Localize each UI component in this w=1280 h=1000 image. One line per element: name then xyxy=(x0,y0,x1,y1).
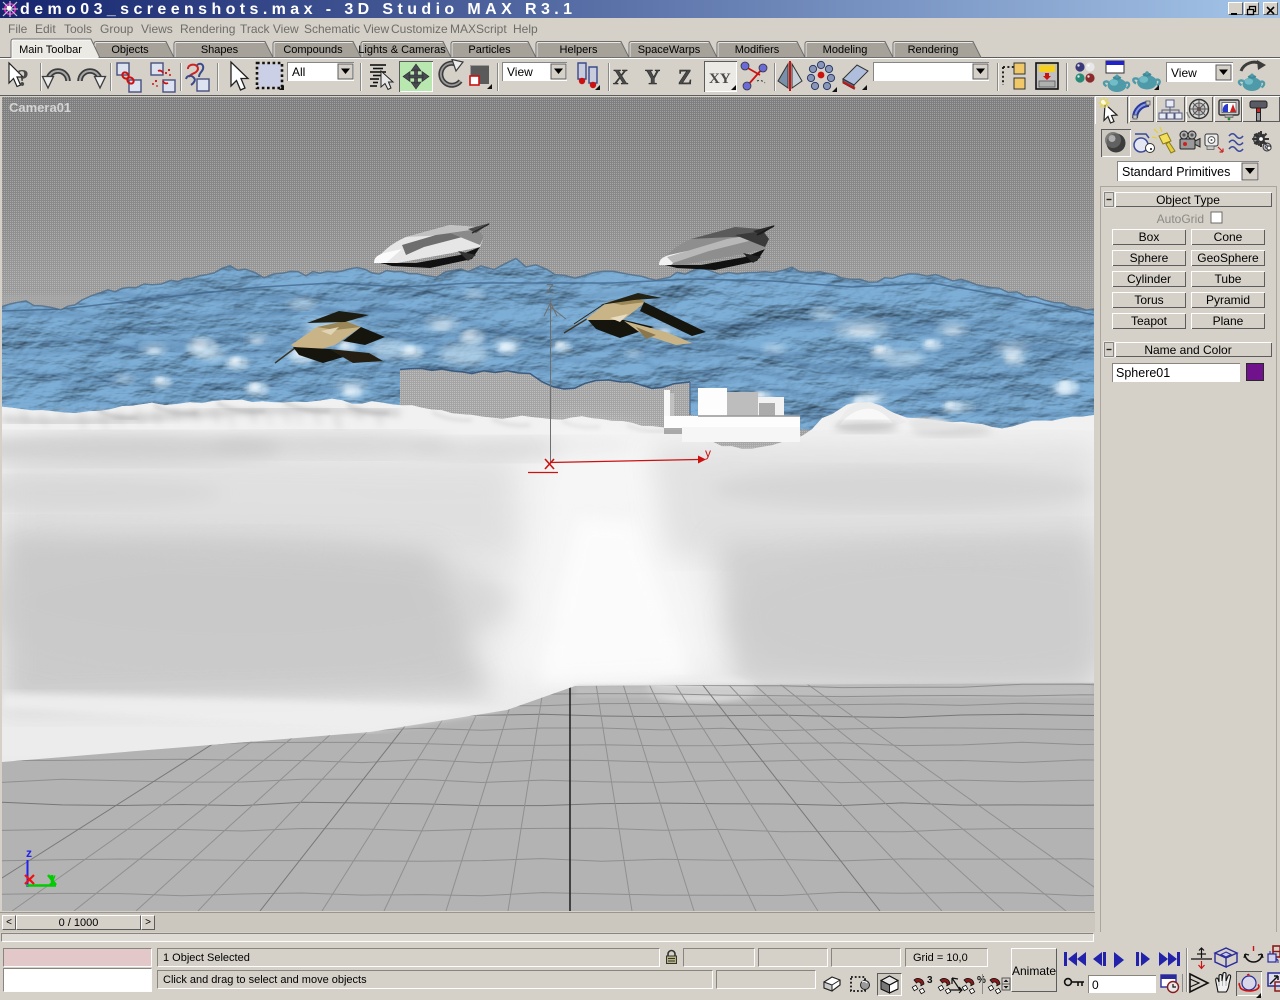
svg-text:Lights & Cameras: Lights & Cameras xyxy=(358,44,446,56)
svg-text:Object Type: Object Type xyxy=(1156,193,1220,207)
svg-text:Modifiers: Modifiers xyxy=(735,44,780,56)
svg-text:Camera01: Camera01 xyxy=(9,100,71,115)
svg-text:Rendering: Rendering xyxy=(908,44,959,56)
svg-text:Shapes: Shapes xyxy=(201,44,239,56)
svg-text:3: 3 xyxy=(927,975,933,986)
svg-text:Z: Z xyxy=(546,281,554,296)
svg-text:Name and Color: Name and Color xyxy=(1144,343,1231,357)
svg-text:Cone: Cone xyxy=(1214,230,1243,244)
svg-text:Sphere: Sphere xyxy=(1130,251,1169,265)
svg-text:AutoGrid: AutoGrid xyxy=(1157,212,1204,226)
svg-text:Standard Primitives: Standard Primitives xyxy=(1122,165,1230,179)
svg-text:Tube: Tube xyxy=(1215,272,1242,286)
svg-text:Z: Z xyxy=(678,65,692,89)
svg-text:Torus: Torus xyxy=(1134,293,1163,307)
svg-text:GeoSphere: GeoSphere xyxy=(1197,251,1259,265)
svg-text:View: View xyxy=(1171,66,1197,80)
svg-text:All: All xyxy=(292,65,305,79)
svg-text:XY: XY xyxy=(709,71,731,87)
svg-text:0: 0 xyxy=(1092,978,1099,992)
svg-text:Plane: Plane xyxy=(1213,314,1244,328)
svg-text:View: View xyxy=(507,65,533,79)
svg-text:Pyramid: Pyramid xyxy=(1206,293,1250,307)
svg-text:Box: Box xyxy=(1139,230,1160,244)
svg-text:Main Toolbar: Main Toolbar xyxy=(19,44,82,56)
svg-text:X: X xyxy=(613,65,628,89)
svg-text:Cylinder: Cylinder xyxy=(1127,272,1171,286)
svg-text:Objects: Objects xyxy=(111,44,149,56)
svg-text:z: z xyxy=(26,846,32,860)
svg-text:Particles: Particles xyxy=(468,44,511,56)
svg-text:Modeling: Modeling xyxy=(823,44,868,56)
svg-text:y: y xyxy=(705,446,711,460)
svg-text:?: ? xyxy=(17,66,29,92)
svg-text:Teapot: Teapot xyxy=(1131,314,1168,328)
svg-text:Helpers: Helpers xyxy=(560,44,598,56)
svg-text:Y: Y xyxy=(645,65,660,89)
svg-text:SpaceWarps: SpaceWarps xyxy=(638,44,701,56)
svg-text:Compounds: Compounds xyxy=(283,44,343,56)
svg-text:y: y xyxy=(49,871,56,885)
svg-text:Sphere01: Sphere01 xyxy=(1116,366,1170,380)
